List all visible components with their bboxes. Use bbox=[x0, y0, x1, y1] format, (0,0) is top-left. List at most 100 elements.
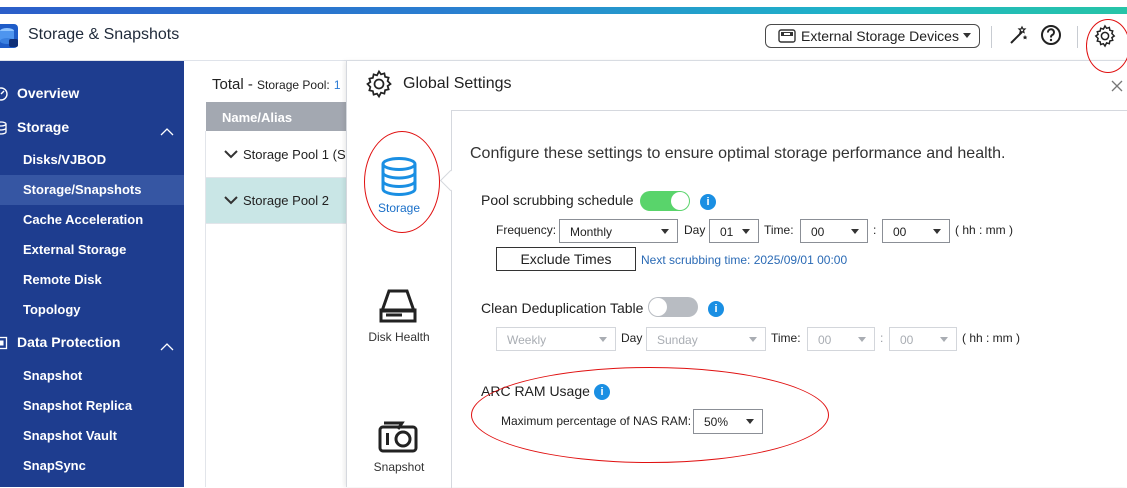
page-subtitle: Storage Pool: bbox=[257, 78, 330, 92]
time-label: Time: bbox=[764, 223, 794, 237]
chevron-down-icon[interactable] bbox=[224, 147, 238, 162]
sidebar-item-label: Snapshot Replica bbox=[23, 398, 133, 413]
sidebar-item-snapshot[interactable]: Snapshot bbox=[0, 361, 184, 391]
sidebar-item-label: Remote Disk bbox=[23, 272, 102, 287]
sidebar-item-snapsync[interactable]: SnapSync bbox=[0, 451, 184, 481]
chevron-down-icon bbox=[742, 229, 750, 234]
scrub-toggle[interactable] bbox=[640, 191, 690, 211]
select-value: 00 bbox=[893, 225, 907, 239]
info-icon[interactable]: i bbox=[594, 384, 610, 400]
scrub-hour-select[interactable]: 00 bbox=[800, 219, 868, 243]
time-format-hint: ( hh : mm ) bbox=[955, 223, 1014, 237]
settings-content: Configure these settings to ensure optim… bbox=[451, 110, 1127, 488]
sidebar-group-data-protection[interactable]: Data Protection bbox=[0, 328, 184, 358]
select-value: Monthly bbox=[570, 225, 613, 239]
info-icon[interactable]: i bbox=[700, 194, 716, 210]
chevron-down-icon bbox=[746, 419, 754, 424]
dedup-hour-select[interactable]: 00 bbox=[807, 327, 875, 351]
sidebar-group-storage[interactable]: Storage bbox=[0, 113, 184, 143]
divider bbox=[1077, 26, 1078, 48]
column-header-name[interactable]: Name/Alias bbox=[206, 102, 346, 131]
sidebar-item-label: Disks/VJBOD bbox=[23, 152, 107, 167]
nav-storage[interactable]: Storage bbox=[347, 151, 451, 221]
dedup-minute-select[interactable]: 00 bbox=[889, 327, 957, 351]
sidebar-item-label: Overview bbox=[17, 85, 80, 101]
help-icon[interactable] bbox=[1040, 24, 1062, 51]
chevron-down-icon bbox=[749, 337, 757, 342]
intro-text: Configure these settings to ensure optim… bbox=[470, 145, 1006, 162]
next-scrubbing-time: Next scrubbing time: 2025/09/01 00:00 bbox=[641, 253, 848, 267]
scrub-title: Pool scrubbing schedule bbox=[481, 192, 634, 208]
database-icon bbox=[0, 121, 8, 138]
sidebar-item-label: SnapSync bbox=[23, 458, 86, 473]
chevron-down-icon bbox=[963, 33, 971, 38]
nav-disk-health[interactable]: Disk Health bbox=[347, 287, 451, 347]
select-value: 00 bbox=[900, 333, 914, 347]
sidebar-item-label: Topology bbox=[23, 302, 81, 317]
overview-icon bbox=[0, 87, 8, 104]
pool-count-link[interactable]: 1 bbox=[334, 78, 341, 92]
nav-label: Storage bbox=[377, 201, 421, 215]
sidebar-item-label: Snapshot bbox=[23, 368, 83, 383]
scrub-day-select[interactable]: 01 bbox=[709, 219, 759, 243]
table-row[interactable]: Storage Pool 2 bbox=[206, 178, 346, 224]
dialog-title: Global Settings bbox=[403, 75, 512, 92]
hard-disk-icon bbox=[378, 289, 418, 326]
exclude-times-button[interactable]: Exclude Times bbox=[496, 247, 636, 271]
app-header: Storage & Snapshots External Storage Dev… bbox=[0, 14, 1127, 61]
arc-percentage-select[interactable]: 50% bbox=[693, 409, 763, 434]
chevron-up-icon bbox=[160, 123, 174, 139]
dedup-day-select[interactable]: Sunday bbox=[646, 327, 766, 351]
sidebar-item-label: External Storage bbox=[23, 242, 127, 257]
time-separator: : bbox=[880, 331, 884, 345]
table-row[interactable]: Storage Pool 1 (S bbox=[206, 132, 346, 178]
day-label: Day bbox=[684, 223, 706, 237]
sidebar-item-overview[interactable]: Overview bbox=[0, 79, 184, 109]
select-value: Weekly bbox=[507, 333, 547, 347]
magic-wand-icon[interactable] bbox=[1008, 24, 1030, 51]
sidebar-item-label: Cache Acceleration bbox=[23, 212, 144, 227]
pool-name: Storage Pool 1 (S bbox=[243, 147, 346, 162]
scrub-frequency-select[interactable]: Monthly bbox=[559, 219, 678, 243]
sidebar-item-storage-snapshots[interactable]: Storage/Snapshots bbox=[0, 175, 184, 205]
scrub-minute-select[interactable]: 00 bbox=[882, 219, 950, 243]
sidebar-item-topology[interactable]: Topology bbox=[0, 295, 184, 325]
global-settings-dialog: Global Settings Storage Disk Health Snap… bbox=[346, 61, 1127, 488]
app-logo-icon bbox=[0, 22, 20, 50]
sidebar-item-snapshot-vault[interactable]: Snapshot Vault bbox=[0, 421, 184, 451]
time-separator: : bbox=[873, 223, 877, 237]
sidebar-group-label: Storage bbox=[17, 119, 70, 135]
sidebar: Overview Storage Disks/VJBOD Storage/Sna… bbox=[0, 61, 184, 487]
info-icon[interactable]: i bbox=[708, 301, 724, 317]
window-top-strip bbox=[0, 0, 1127, 14]
settings-gear-icon bbox=[364, 69, 394, 104]
storage-device-icon bbox=[778, 29, 796, 46]
dedup-toggle[interactable] bbox=[648, 297, 698, 317]
close-icon[interactable] bbox=[1111, 79, 1123, 97]
sidebar-item-cache-acceleration[interactable]: Cache Acceleration bbox=[0, 205, 184, 235]
sidebar-group-label: Data Protection bbox=[17, 334, 121, 350]
select-value: 50% bbox=[704, 415, 729, 429]
day-label: Day bbox=[621, 331, 643, 345]
nav-label: Snapshot bbox=[373, 460, 425, 474]
sidebar-item-snapshot-replica[interactable]: Snapshot Replica bbox=[0, 391, 184, 421]
sidebar-item-disks-vjbod[interactable]: Disks/VJBOD bbox=[0, 145, 184, 175]
sidebar-item-external-storage[interactable]: External Storage bbox=[0, 235, 184, 265]
page-title-text: Total - bbox=[212, 76, 253, 93]
nav-snapshot[interactable]: Snapshot bbox=[347, 417, 451, 477]
dedup-title: Clean Deduplication Table bbox=[481, 300, 644, 316]
dedup-frequency-select[interactable]: Weekly bbox=[496, 327, 616, 351]
select-value: 00 bbox=[811, 225, 825, 239]
chevron-down-icon bbox=[858, 337, 866, 342]
pool-name: Storage Pool 2 bbox=[243, 193, 330, 208]
sidebar-item-remote-disk[interactable]: Remote Disk bbox=[0, 265, 184, 295]
database-icon bbox=[380, 157, 418, 200]
chevron-down-icon[interactable] bbox=[224, 193, 238, 208]
page-title: Total - Storage Pool: 1 bbox=[212, 76, 341, 93]
arc-title: ARC RAM Usage bbox=[481, 383, 590, 399]
time-label: Time: bbox=[771, 331, 801, 345]
nav-label: Disk Health bbox=[368, 330, 430, 344]
settings-gear-icon[interactable] bbox=[1093, 24, 1117, 53]
sidebar-item-label: Storage/Snapshots bbox=[23, 182, 142, 197]
external-storage-devices-dropdown[interactable]: External Storage Devices bbox=[765, 24, 980, 48]
